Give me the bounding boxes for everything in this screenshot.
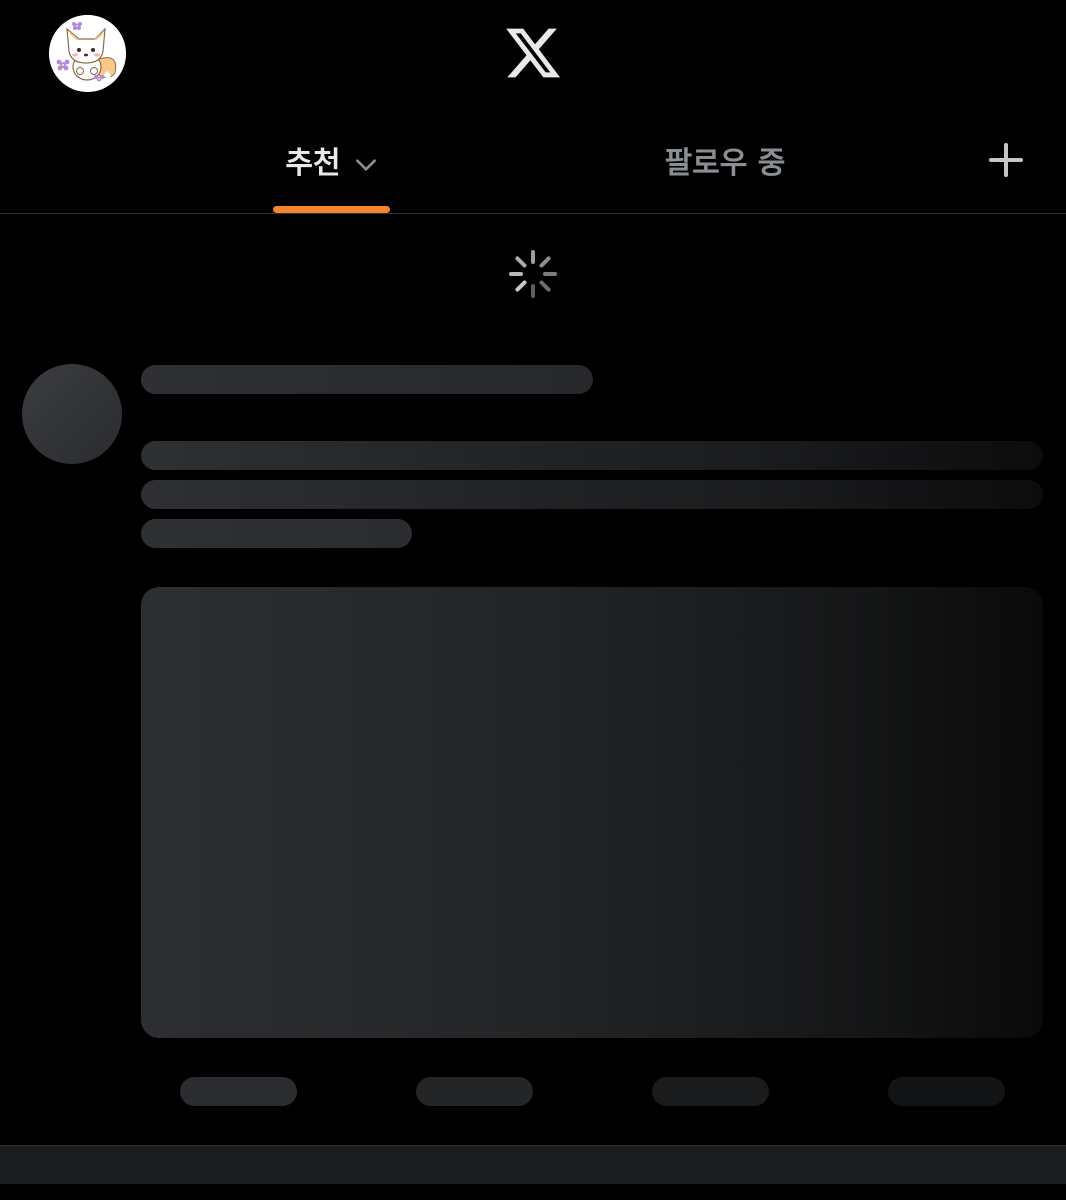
skeleton-action	[652, 1077, 769, 1106]
profile-avatar[interactable]	[49, 15, 126, 92]
tab-recommended-label: 추천	[285, 146, 341, 181]
fox-avatar-icon	[49, 15, 126, 92]
skeleton-action	[180, 1077, 297, 1106]
skeleton-action	[888, 1077, 1005, 1106]
tabs-divider	[0, 213, 1066, 214]
loading-spinner-icon	[507, 248, 559, 300]
tab-following-label: 팔로우 중	[664, 146, 786, 181]
x-logo-icon	[503, 23, 563, 83]
skeleton-text-line	[141, 441, 1043, 470]
home-timeline-screen: 추천 팔로우 중	[0, 0, 1066, 1200]
plus-icon[interactable]	[984, 138, 1028, 182]
skeleton-author-line	[141, 365, 593, 394]
skeleton-text-line	[141, 480, 1043, 509]
chevron-down-icon[interactable]	[353, 152, 379, 178]
next-post-skeleton	[0, 1146, 1066, 1184]
skeleton-media	[141, 587, 1043, 1038]
skeleton-action	[416, 1077, 533, 1106]
tab-following[interactable]: 팔로우 중	[640, 130, 810, 190]
skeleton-text-line	[141, 519, 412, 548]
tab-recommended[interactable]: 추천	[270, 130, 394, 190]
skeleton-avatar	[22, 364, 122, 464]
active-tab-indicator	[273, 206, 390, 213]
